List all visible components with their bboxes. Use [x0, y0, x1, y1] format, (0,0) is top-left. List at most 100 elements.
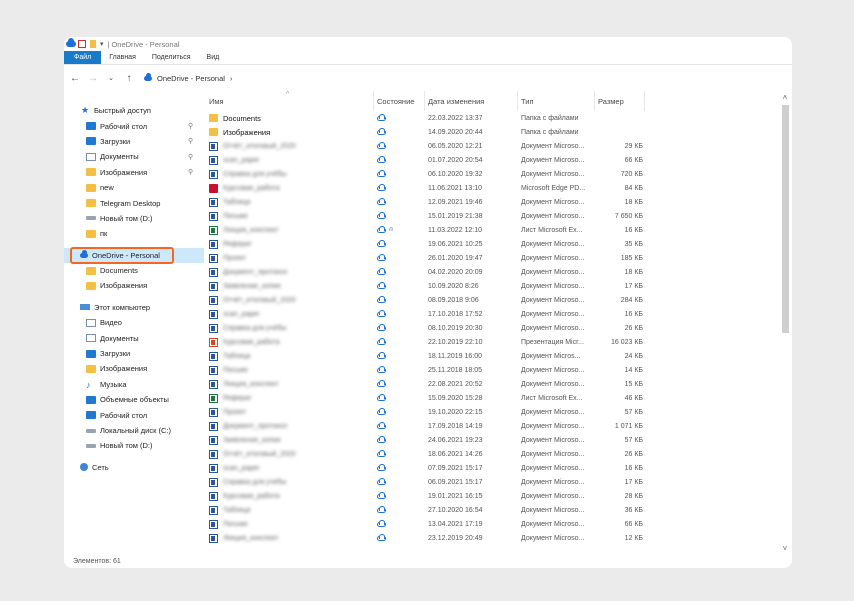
- sidebar-item-quick-3[interactable]: Изображения ⚲: [64, 165, 204, 180]
- sidebar-item-quick-7[interactable]: пк: [64, 226, 204, 241]
- file-row[interactable]: Отчёт_итоговый_2020 06.05.2020 12:21 Докум…: [206, 139, 776, 153]
- vertical-scrollbar[interactable]: ˄ ˅: [780, 93, 790, 553]
- file-row[interactable]: scan_paper 07.09.2021 15:17 Документ Micro…: [206, 461, 776, 475]
- folder-row[interactable]: Изображения 14.09.2020 20:44 Папка с файла…: [206, 125, 776, 139]
- sidebar-item-onedrive-1[interactable]: Изображения: [64, 278, 204, 293]
- documents-icon: [86, 152, 96, 161]
- scroll-up-button[interactable]: ˄: [780, 93, 790, 102]
- word-file-icon: [209, 197, 218, 207]
- pin-icon[interactable]: ⚲: [188, 168, 193, 176]
- sidebar-item-pc-5[interactable]: Объемные объекты: [64, 392, 204, 407]
- sidebar-item-pc-1[interactable]: Документы: [64, 330, 204, 345]
- sidebar-item-quick-5[interactable]: Telegram Desktop: [64, 195, 204, 210]
- cloud-status-icon: [377, 239, 386, 247]
- file-row[interactable]: Лекция_конспект 22.08.2021 20:52 Документ …: [206, 377, 776, 391]
- sidebar-item-quick-2[interactable]: Документы ⚲: [64, 149, 204, 164]
- folder-row[interactable]: Documents 22.03.2022 13:37 Папка с файлами: [206, 111, 776, 125]
- back-button[interactable]: ←: [70, 73, 80, 84]
- column-header-date[interactable]: Дата изменения: [425, 91, 518, 111]
- sidebar-item-onedrive-0[interactable]: Documents: [64, 263, 204, 278]
- pin-icon[interactable]: ⚲: [188, 137, 193, 145]
- tab-share[interactable]: Поделиться: [144, 51, 199, 64]
- file-row[interactable]: Таблица 18.11.2019 16:00 Документ Micros..…: [206, 349, 776, 363]
- cell-name: Documents: [206, 111, 374, 125]
- new-folder-icon[interactable]: [90, 40, 96, 48]
- folder-icon: [86, 229, 96, 238]
- cell-size: 16 КБ: [624, 464, 643, 472]
- word-file-icon: [209, 379, 218, 389]
- file-row[interactable]: Документ_протокол 04.02.2020 20:09 Докумен…: [206, 265, 776, 279]
- scroll-thumb[interactable]: [782, 105, 789, 333]
- file-row[interactable]: Письмо 25.11.2018 18:05 Документ Microso..…: [206, 363, 776, 377]
- file-row[interactable]: Отчёт_итоговый_2020 08.09.2018 9:06 Докуме…: [206, 293, 776, 307]
- cloud-status-icon: [377, 127, 386, 135]
- blurred-filename: Таблица: [223, 506, 251, 514]
- sidebar-item-pc-8[interactable]: Новый том (D:): [64, 438, 204, 453]
- tab-file[interactable]: Файл: [64, 51, 102, 64]
- cell-name: Лекция_конспект: [206, 377, 374, 391]
- cell-date: 19.06.2021 10:25: [428, 240, 483, 248]
- scroll-down-button[interactable]: ˅: [780, 544, 790, 553]
- file-row[interactable]: Заявление_копия 24.06.2021 19:23 Документ …: [206, 433, 776, 447]
- cell-name: Отчёт_итоговый_2020: [206, 293, 374, 307]
- file-row[interactable]: Справка для учёбы 08.10.2019 20:30 Докумен…: [206, 321, 776, 335]
- sidebar-item-network[interactable]: Сеть: [64, 460, 204, 475]
- tab-home[interactable]: Главная: [101, 51, 144, 64]
- star-icon: ★: [80, 105, 90, 116]
- file-row[interactable]: Реферат 19.06.2021 10:25 Документ Microso.…: [206, 237, 776, 251]
- file-row[interactable]: Лекция_конспект ⍝ 11.03.2022 12:10 Лист Mi…: [206, 223, 776, 237]
- chevron-right-icon[interactable]: ›: [230, 74, 233, 83]
- file-row[interactable]: Лекция_конспект 23.12.2019 20:49 Документ …: [206, 531, 776, 545]
- column-header-name[interactable]: Имя: [206, 91, 374, 111]
- word-file-icon: [209, 519, 218, 529]
- cell-size: [595, 125, 645, 139]
- sidebar-item-quick-access[interactable]: ★ Быстрый доступ: [64, 103, 204, 118]
- sidebar-item-pc-2[interactable]: Загрузки: [64, 346, 204, 361]
- cell-type: Документ Microso...: [521, 212, 585, 220]
- file-row[interactable]: Реферат 15.09.2020 15:28 Лист Microsoft Ex…: [206, 391, 776, 405]
- sidebar-item-this-pc[interactable]: Этот компьютер: [64, 300, 204, 315]
- file-row[interactable]: Заявление_копия 10.09.2020 8:26 Документ M…: [206, 279, 776, 293]
- pin-icon[interactable]: ⚲: [188, 122, 193, 130]
- shared-icon: ⍝: [389, 226, 394, 233]
- file-row[interactable]: Письмо 15.01.2019 21:38 Документ Microso..…: [206, 209, 776, 223]
- file-row[interactable]: Справка для учёбы 06.09.2021 15:17 Докумен…: [206, 475, 776, 489]
- breadcrumb[interactable]: OneDrive - Personal ›: [144, 73, 233, 83]
- file-row[interactable]: Таблица 27.10.2020 16:54 Документ Microso.…: [206, 503, 776, 517]
- file-row[interactable]: scan_paper 01.07.2020 20:54 Документ Micro…: [206, 153, 776, 167]
- pin-icon[interactable]: ⚲: [188, 153, 193, 161]
- cell-size: 26 КБ: [624, 324, 643, 332]
- file-row[interactable]: Письмо 13.04.2021 17:19 Документ Microso..…: [206, 517, 776, 531]
- column-header-type[interactable]: Тип: [518, 91, 595, 111]
- file-row[interactable]: Проект 26.01.2020 19:47 Документ Microso..…: [206, 251, 776, 265]
- file-row[interactable]: Справка для учёбы 06.10.2020 19:32 Докумен…: [206, 167, 776, 181]
- sidebar-item-quick-0[interactable]: Рабочий стол ⚲: [64, 118, 204, 133]
- properties-icon[interactable]: [78, 40, 86, 48]
- sidebar-item-pc-4[interactable]: ♪ Музыка: [64, 377, 204, 392]
- file-row[interactable]: Курсовая_работа 19.01.2021 16:15 Документ …: [206, 489, 776, 503]
- recent-locations-button[interactable]: ⌄: [106, 74, 116, 82]
- file-row[interactable]: Отчёт_итоговый_2020 18.06.2021 14:26 Докум…: [206, 447, 776, 461]
- forward-button[interactable]: →: [88, 73, 98, 84]
- sidebar-item-quick-6[interactable]: Новый том (D:): [64, 211, 204, 226]
- file-row[interactable]: scan_paper 17.10.2018 17:52 Документ Micro…: [206, 307, 776, 321]
- column-header-state[interactable]: Состояние: [374, 91, 425, 111]
- up-button[interactable]: ↑: [124, 73, 134, 84]
- sidebar-item-pc-0[interactable]: Видео: [64, 315, 204, 330]
- sidebar-item-quick-4[interactable]: new: [64, 180, 204, 195]
- file-row[interactable]: Курсовая_работа 22.10.2019 22:10 Презентац…: [206, 335, 776, 349]
- file-row[interactable]: Проект 19.10.2020 22:15 Документ Microso..…: [206, 405, 776, 419]
- breadcrumb-onedrive[interactable]: OneDrive - Personal: [157, 74, 225, 83]
- file-row[interactable]: Документ_протокол 17.09.2018 14:19 Докумен…: [206, 419, 776, 433]
- qa-menu-caret[interactable]: ▾: [100, 40, 104, 48]
- file-row[interactable]: Таблица 12.09.2021 19:46 Документ Microso.…: [206, 195, 776, 209]
- sidebar-item-pc-7[interactable]: Локальный диск (C:): [64, 423, 204, 438]
- sidebar-item-quick-1[interactable]: Загрузки ⚲: [64, 134, 204, 149]
- tab-view[interactable]: Вид: [199, 51, 228, 64]
- sidebar-item-pc-3[interactable]: Изображения: [64, 361, 204, 376]
- sidebar-item-pc-6[interactable]: Рабочий стол: [64, 407, 204, 422]
- cell-name: Проект: [206, 405, 374, 419]
- column-header-size[interactable]: Размер: [595, 91, 645, 111]
- cell-state: [374, 167, 425, 181]
- file-row[interactable]: Курсовая_работа 11.06.2021 13:10 Microsoft…: [206, 181, 776, 195]
